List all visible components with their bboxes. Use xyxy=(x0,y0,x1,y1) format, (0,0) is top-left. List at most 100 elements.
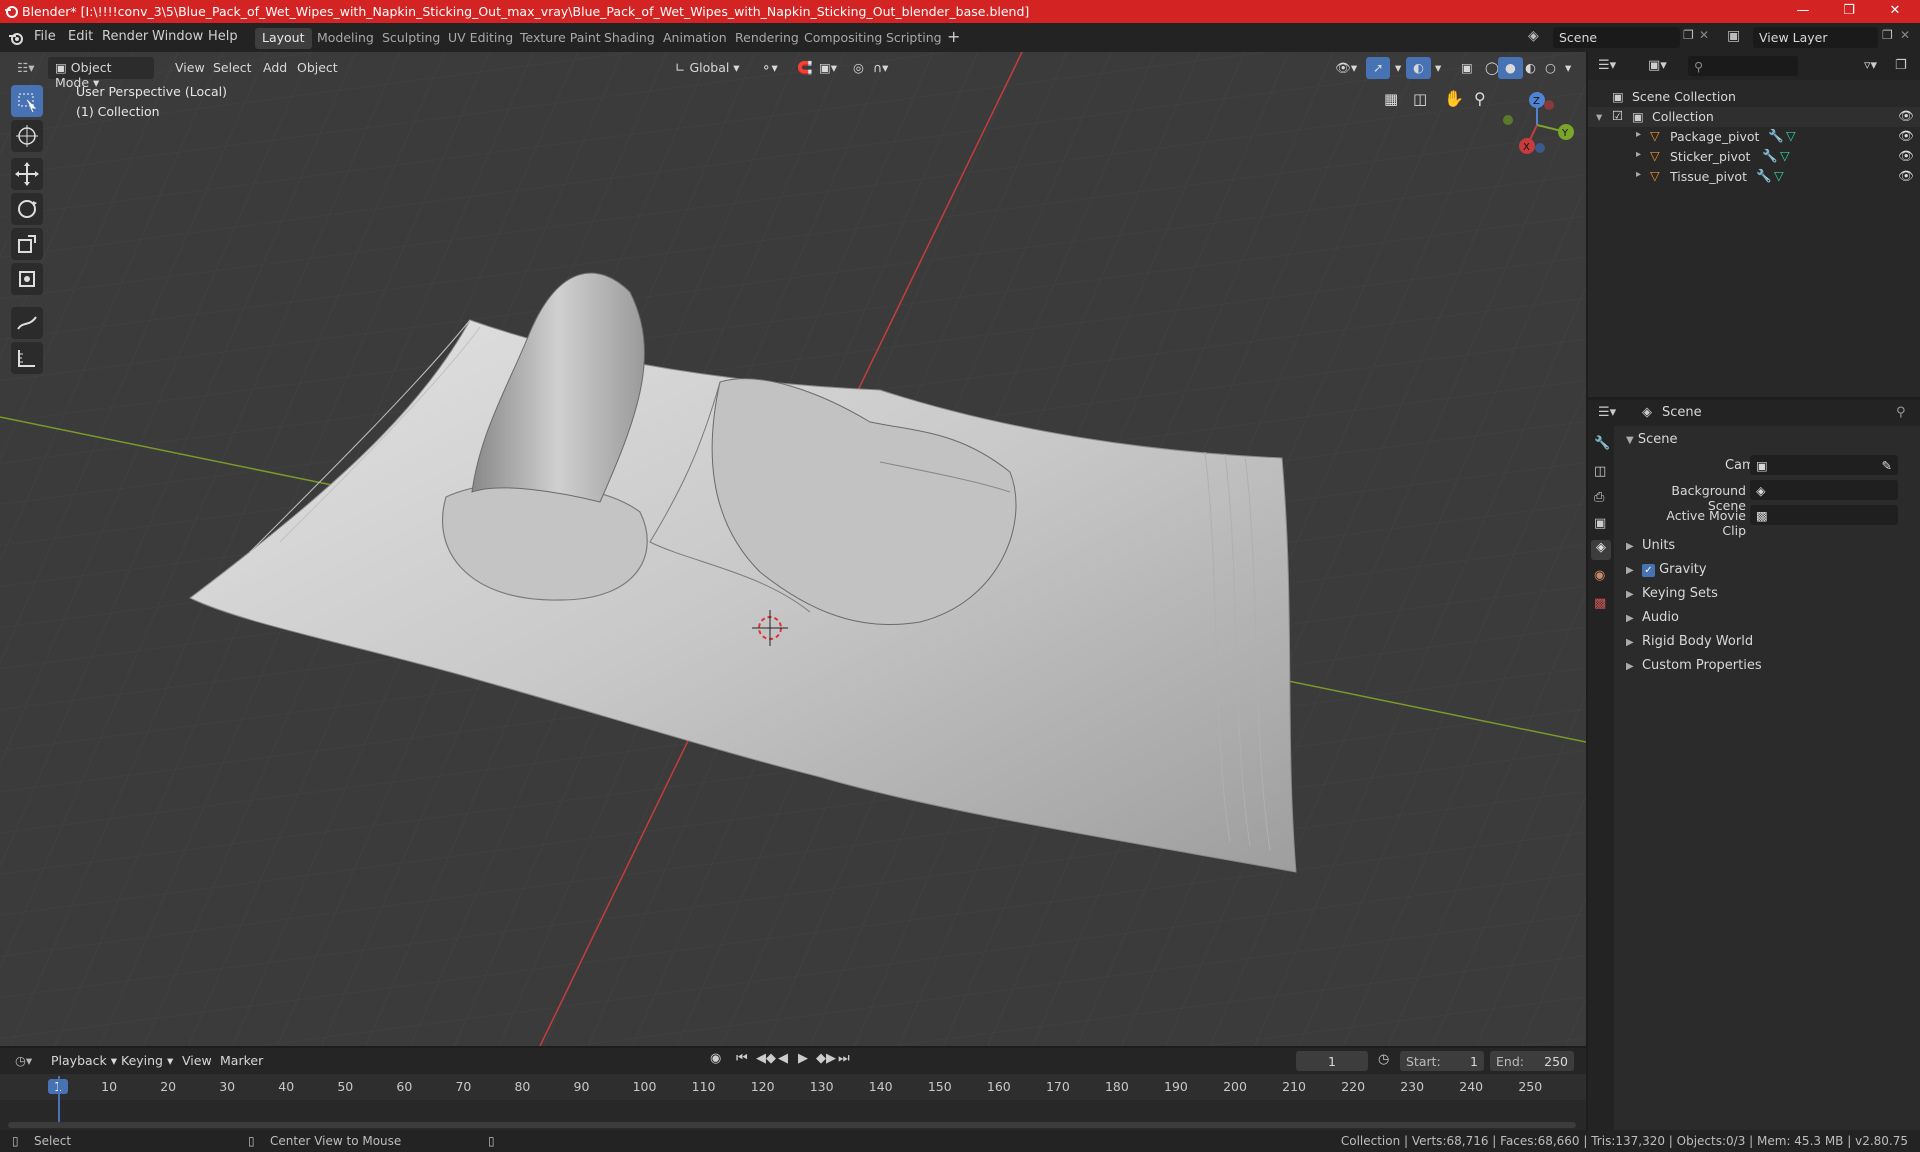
tool-tab-icon[interactable]: 🔧 xyxy=(1594,436,1610,451)
world-tab-icon[interactable]: ◉ xyxy=(1594,568,1605,583)
maximize-button[interactable]: ❐ xyxy=(1826,0,1872,23)
measure-tool[interactable] xyxy=(11,342,43,374)
move-tool[interactable] xyxy=(11,158,43,190)
pan-view-icon[interactable]: ✋ xyxy=(1444,89,1464,108)
menu-window[interactable]: Window xyxy=(152,29,203,44)
expand-collection-icon[interactable]: ▾ xyxy=(1596,109,1602,124)
timeline-menu-playback[interactable]: Playback ▾ xyxy=(44,1050,124,1072)
custom-properties-panel-header[interactable]: ▶ Custom Properties xyxy=(1626,658,1762,673)
timeline-scrollbar[interactable] xyxy=(8,1122,1576,1128)
playhead[interactable] xyxy=(58,1076,60,1128)
expand-rigid-body-icon[interactable]: ▶ xyxy=(1626,637,1634,648)
tab-rendering[interactable]: Rendering xyxy=(728,28,806,49)
add-workspace-icon[interactable]: + xyxy=(947,27,960,46)
properties-editor-type-icon[interactable]: ☰▾ xyxy=(1598,405,1616,420)
tab-animation[interactable]: Animation xyxy=(656,28,734,49)
scene-panel-header[interactable]: ▼ Scene xyxy=(1626,432,1677,447)
menu-edit[interactable]: Edit xyxy=(68,29,93,44)
eyedropper-icon[interactable]: ✎ xyxy=(1882,458,1892,473)
scene-tab-icon[interactable]: ◈ xyxy=(1591,540,1611,560)
viewport-canvas[interactable]: Z Y X xyxy=(0,52,1586,1046)
outliner-item-tissue-pivot[interactable]: ▸ ▽ Tissue_pivot 🔧 ▽ 👁 xyxy=(1588,167,1920,187)
new-view-layer-icon[interactable]: ❐ xyxy=(1882,28,1893,42)
camera-field[interactable]: ▣ ✎ xyxy=(1750,455,1898,475)
transform-tool[interactable] xyxy=(11,263,43,295)
end-frame-field[interactable]: End: 250 xyxy=(1490,1051,1574,1071)
start-frame-field[interactable]: Start: 1 xyxy=(1400,1051,1484,1071)
scene-selector-icon[interactable]: ◈ xyxy=(1528,28,1539,44)
xray-icon[interactable]: ▣ xyxy=(1454,57,1480,79)
package-visibility-icon[interactable]: 👁 xyxy=(1898,128,1914,144)
annotate-tool[interactable] xyxy=(11,307,43,339)
expand-audio-icon[interactable]: ▶ xyxy=(1626,613,1634,624)
outliner-item-package-pivot[interactable]: ▸ ▽ Package_pivot 🔧 ▽ 👁 xyxy=(1588,127,1920,147)
viewport-menu-object[interactable]: Object xyxy=(290,57,345,79)
menu-file[interactable]: File xyxy=(34,29,56,44)
jump-start-icon[interactable]: ⏮ xyxy=(736,1051,748,1066)
gizmo-neg-y-icon[interactable] xyxy=(1503,115,1513,125)
camera-view-icon[interactable]: ◫ xyxy=(1413,90,1427,108)
expand-gravity-icon[interactable]: ▶ xyxy=(1626,565,1634,576)
collection-checkbox[interactable]: ☑ xyxy=(1612,108,1623,123)
modifier-icon[interactable]: 🔧 xyxy=(1768,128,1784,144)
texture-tab-icon[interactable]: ▩ xyxy=(1594,596,1606,611)
3d-viewport[interactable]: Z Y X ☷▾ ▣ Object Mode ▾ View Select Add… xyxy=(0,52,1586,1046)
gravity-checkbox[interactable]: ✓ xyxy=(1641,564,1655,577)
gizmo-neg-z-icon[interactable] xyxy=(1535,143,1545,153)
viewport-menu-select[interactable]: Select xyxy=(206,57,259,79)
timeline-editor-type-icon[interactable]: ◷▾ xyxy=(8,1050,39,1072)
background-scene-field[interactable]: ◈ xyxy=(1750,480,1898,500)
outliner-collection[interactable]: ▾ ☑ ▣ Collection 👁 xyxy=(1588,107,1920,127)
rotate-tool[interactable] xyxy=(11,193,43,225)
preview-range-icon[interactable]: ◷ xyxy=(1378,1052,1389,1067)
blender-menu-icon[interactable] xyxy=(8,30,24,46)
tab-layout[interactable]: Layout xyxy=(255,28,312,49)
modifier-icon[interactable]: 🔧 xyxy=(1762,148,1778,164)
mesh-data-icon[interactable]: ▽ xyxy=(1774,168,1784,183)
tab-shading[interactable]: Shading xyxy=(597,28,662,49)
falloff-icon[interactable]: ∩▾ xyxy=(866,57,895,79)
pin-icon[interactable]: ⚲ xyxy=(1896,405,1906,420)
mesh-data-icon[interactable]: ▽ xyxy=(1780,148,1790,163)
tab-texture-paint[interactable]: Texture Paint xyxy=(513,28,608,49)
tab-compositing[interactable]: Compositing xyxy=(797,28,889,49)
new-collection-icon[interactable]: ❐ xyxy=(1895,58,1907,73)
timeline-menu-keying[interactable]: Keying ▾ xyxy=(114,1050,180,1072)
output-tab-icon[interactable]: ⎙ xyxy=(1594,490,1604,505)
expand-sticker-icon[interactable]: ▸ xyxy=(1636,149,1641,160)
sticker-visibility-icon[interactable]: 👁 xyxy=(1898,148,1914,164)
play-icon[interactable]: ▶ xyxy=(798,1051,808,1066)
filter-icon[interactable]: ▿▾ xyxy=(1864,58,1877,73)
cursor-tool[interactable] xyxy=(11,120,43,152)
jump-end-icon[interactable]: ⏭ xyxy=(838,1051,850,1066)
menu-help[interactable]: Help xyxy=(208,29,238,44)
outliner-item-sticker-pivot[interactable]: ▸ ▽ Sticker_pivot 🔧 ▽ 👁 xyxy=(1588,147,1920,167)
tissue-visibility-icon[interactable]: 👁 xyxy=(1898,168,1914,184)
expand-custom-props-icon[interactable]: ▶ xyxy=(1626,661,1634,672)
new-scene-icon[interactable]: ❐ xyxy=(1683,28,1694,42)
pivot-point-icon[interactable]: ⚬▾ xyxy=(754,57,785,79)
current-frame-field[interactable]: 1 xyxy=(1296,1051,1368,1071)
timeline-menu-marker[interactable]: Marker xyxy=(213,1050,270,1072)
grid-view-icon[interactable]: ▦ xyxy=(1384,90,1398,108)
movie-clip-field[interactable]: ▩ xyxy=(1750,505,1898,525)
expand-keying-sets-icon[interactable]: ▶ xyxy=(1626,589,1634,600)
gravity-panel-header[interactable]: ▶ ✓ Gravity xyxy=(1626,562,1707,577)
snap-target-icon[interactable]: ▣▾ xyxy=(812,57,844,79)
viewport-menu-add[interactable]: Add xyxy=(256,57,294,79)
units-panel-header[interactable]: ▶ Units xyxy=(1626,538,1675,553)
zoom-view-icon[interactable]: ⚲ xyxy=(1474,89,1486,108)
outliner-editor-type-icon[interactable]: ☰▾ xyxy=(1598,58,1616,73)
mesh-data-icon[interactable]: ▽ xyxy=(1786,128,1796,143)
tab-scripting[interactable]: Scripting xyxy=(879,28,949,49)
close-button[interactable]: ✕ xyxy=(1872,0,1918,23)
record-button-icon[interactable]: ◉ xyxy=(710,1051,721,1066)
display-mode-icon[interactable]: ▣▾ xyxy=(1648,58,1667,73)
remove-view-layer-icon[interactable]: ✕ xyxy=(1900,28,1910,42)
transform-orientation-dropdown[interactable]: ∟ Global ▾ xyxy=(668,57,747,79)
expand-units-icon[interactable]: ▶ xyxy=(1626,541,1634,552)
expand-package-icon[interactable]: ▸ xyxy=(1636,129,1641,140)
collection-visibility-icon[interactable]: 👁 xyxy=(1898,108,1914,124)
tab-uv-editing[interactable]: UV Editing xyxy=(441,28,520,49)
render-tab-icon[interactable]: ◫ xyxy=(1594,464,1606,479)
